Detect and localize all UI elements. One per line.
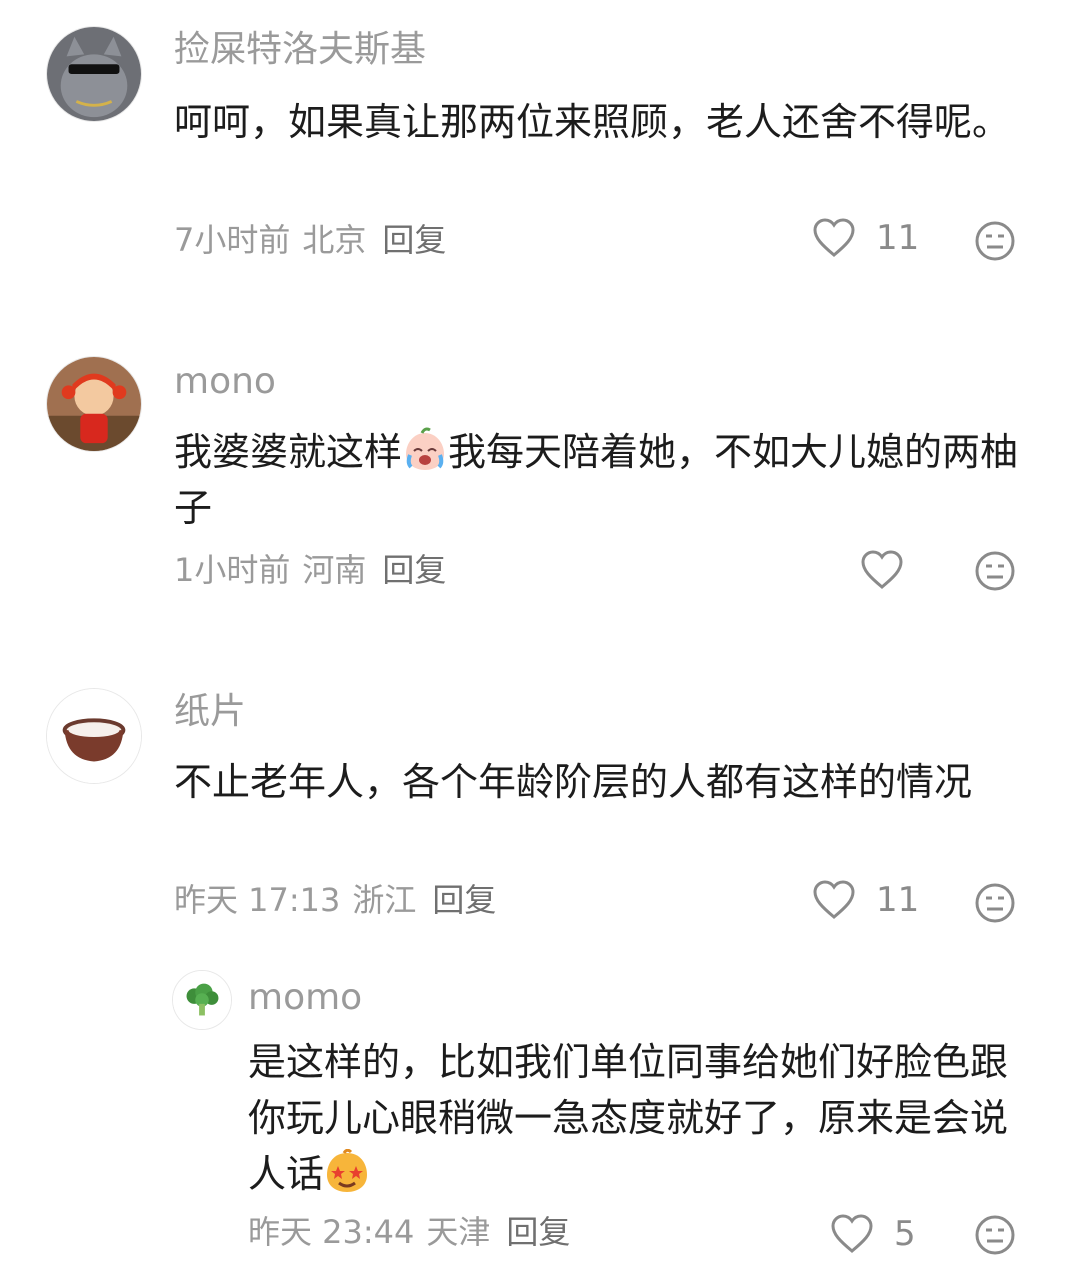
like-button[interactable]: 11	[812, 880, 919, 920]
cat-avatar-image	[47, 27, 141, 121]
star-eyes-emoji	[327, 1149, 368, 1192]
avatar[interactable]	[172, 970, 232, 1030]
comment-location: 浙江	[352, 881, 417, 919]
avatar[interactable]	[46, 356, 142, 452]
like-button[interactable]: 11	[812, 218, 919, 258]
username[interactable]: mono	[174, 360, 276, 404]
comment-location: 天津	[426, 1213, 491, 1251]
crying-peach-emoji	[406, 427, 445, 470]
heart-outline-icon	[831, 1214, 873, 1253]
username[interactable]: 纸片	[174, 690, 246, 734]
comment-text: 是这样的，比如我们单位同事给她们好脸色跟你玩儿心眼稍微一急态度就好了，原来是会说…	[248, 1034, 1028, 1202]
avatar[interactable]	[46, 26, 142, 122]
neutral-face-icon[interactable]	[974, 220, 1016, 262]
like-button[interactable]: 5	[830, 1214, 924, 1254]
comment-location: 河南	[302, 551, 367, 589]
comment-item: mono 我婆婆就这样 我每天陪着她，不如大儿媳的两柚子 1小时前 河南 回复	[0, 330, 1079, 630]
broccoli-avatar-image	[173, 971, 231, 1029]
reply-button[interactable]: 回复	[506, 1213, 570, 1251]
cartoon-girl-avatar-image	[47, 357, 141, 451]
like-button[interactable]	[860, 550, 904, 590]
comment-time: 1小时前	[174, 551, 291, 589]
neutral-face-icon[interactable]	[974, 1214, 1016, 1256]
comment-text: 我婆婆就这样 我每天陪着她，不如大儿媳的两柚子	[174, 424, 1024, 536]
avatar[interactable]	[46, 688, 142, 784]
neutral-face-icon[interactable]	[974, 550, 1016, 592]
comment-text-part: 我婆婆就这样	[174, 430, 403, 474]
comment-meta: 7小时前 北京 回复	[174, 220, 446, 260]
reply-button[interactable]: 回复	[432, 881, 496, 919]
heart-outline-icon	[813, 218, 855, 257]
username[interactable]: 捡屎特洛夫斯基	[174, 28, 426, 72]
comment-item: 捡屎特洛夫斯基 呵呵，如果真让那两位来照顾，老人还舍不得呢。 7小时前 北京 回复 …	[0, 0, 1079, 300]
like-count: 11	[876, 218, 920, 258]
like-count: 5	[894, 1214, 916, 1254]
comment-time: 昨天 23:44	[248, 1213, 415, 1251]
comment-text: 呵呵，如果真让那两位来照顾，老人还舍不得呢。	[174, 100, 1011, 144]
heart-outline-icon	[861, 550, 903, 589]
coconut-bowl-avatar-image	[47, 689, 141, 783]
comment-text: 不止老年人，各个年龄阶层的人都有这样的情况	[174, 760, 973, 804]
reply-button[interactable]: 回复	[382, 221, 446, 259]
username[interactable]: momo	[248, 976, 362, 1020]
comment-meta: 昨天 17:13 浙江 回复	[174, 880, 496, 920]
comment-meta: 昨天 23:44 天津 回复	[248, 1212, 570, 1252]
comment-location: 北京	[302, 221, 367, 259]
reply-item: momo 是这样的，比如我们单位同事给她们好脸色跟你玩儿心眼稍微一急态度就好了，…	[0, 960, 1079, 1279]
reply-button[interactable]: 回复	[382, 551, 446, 589]
neutral-face-icon[interactable]	[974, 882, 1016, 924]
comment-time: 昨天 17:13	[174, 881, 341, 919]
comment-item: 纸片 不止老年人，各个年龄阶层的人都有这样的情况 昨天 17:13 浙江 回复 11	[0, 660, 1079, 940]
like-count: 11	[876, 880, 920, 920]
heart-outline-icon	[813, 880, 855, 919]
comment-time: 7小时前	[174, 221, 291, 259]
comment-meta: 1小时前 河南 回复	[174, 550, 446, 590]
